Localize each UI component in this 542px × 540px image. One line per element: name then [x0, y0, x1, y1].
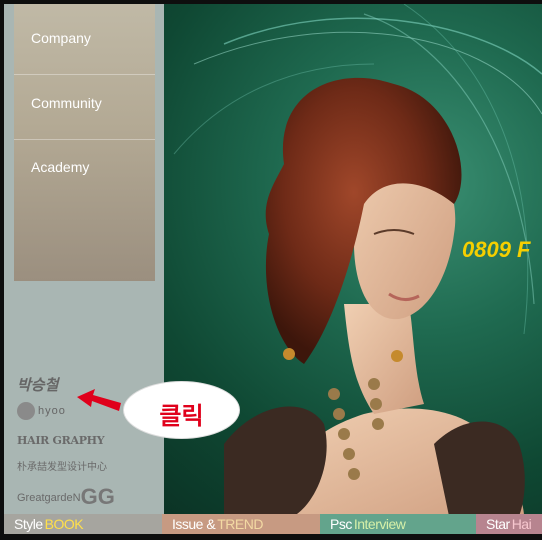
- hyoo-logo[interactable]: hyoo: [38, 405, 66, 417]
- main-menu: Company Community Academy: [14, 4, 155, 281]
- greatgarden-logo[interactable]: GreatgardeNGG: [17, 481, 115, 509]
- hero-banner[interactable]: 0809 F: [164, 4, 542, 516]
- chinese-logo[interactable]: 朴承喆发型设计中心: [17, 458, 107, 473]
- tab-style-book[interactable]: Style BOOK: [4, 514, 162, 534]
- hairgraphy-logo[interactable]: HAIR GRAPHY: [17, 434, 105, 447]
- left-sidebar: Company Community Academy 박승철 hyoo HAIR …: [4, 4, 164, 516]
- menu-item-academy-label: Academy: [31, 159, 90, 175]
- tab-issue-trend[interactable]: Issue & TREND: [162, 514, 320, 534]
- arrow-icon: [77, 389, 121, 411]
- greatgarden-text: GreatgardeN: [17, 492, 81, 504]
- tab-psc-interview[interactable]: Psc Interview: [320, 514, 476, 534]
- tab-issue-trend-part1: Issue &: [172, 516, 216, 532]
- tab-style-book-part2: BOOK: [44, 516, 84, 532]
- menu-item-community-label: Community: [31, 95, 102, 111]
- menu-item-academy[interactable]: Academy: [14, 141, 155, 203]
- tab-psc-interview-part2: Interview: [353, 516, 406, 532]
- menu-item-company-label: Company: [31, 30, 91, 46]
- tab-style-book-part1: Style: [14, 516, 43, 532]
- hyoo-logo-icon: [17, 402, 35, 420]
- tab-star-hair[interactable]: Star Hai: [476, 514, 542, 534]
- tab-psc-interview-part1: Psc: [330, 516, 352, 532]
- tab-star-hair-part2: Hai: [511, 516, 532, 532]
- signature-logo[interactable]: 박승철: [17, 374, 58, 395]
- tab-issue-trend-part2: TREND: [217, 516, 263, 532]
- tab-star-hair-part1: Star: [486, 516, 510, 532]
- bottom-tab-bar: Style BOOK Issue & TREND Psc Interview Star…: [4, 514, 542, 534]
- menu-item-community[interactable]: Community: [14, 77, 155, 140]
- click-callout-bubble[interactable]: 클릭: [123, 381, 240, 439]
- page-frame: Company Community Academy 박승철 hyoo HAIR …: [0, 0, 542, 540]
- hero-headline: 0809 F: [462, 237, 531, 262]
- gg-mark: GG: [80, 484, 115, 509]
- click-callout-text: 클릭: [159, 402, 204, 430]
- menu-item-company[interactable]: Company: [14, 12, 155, 75]
